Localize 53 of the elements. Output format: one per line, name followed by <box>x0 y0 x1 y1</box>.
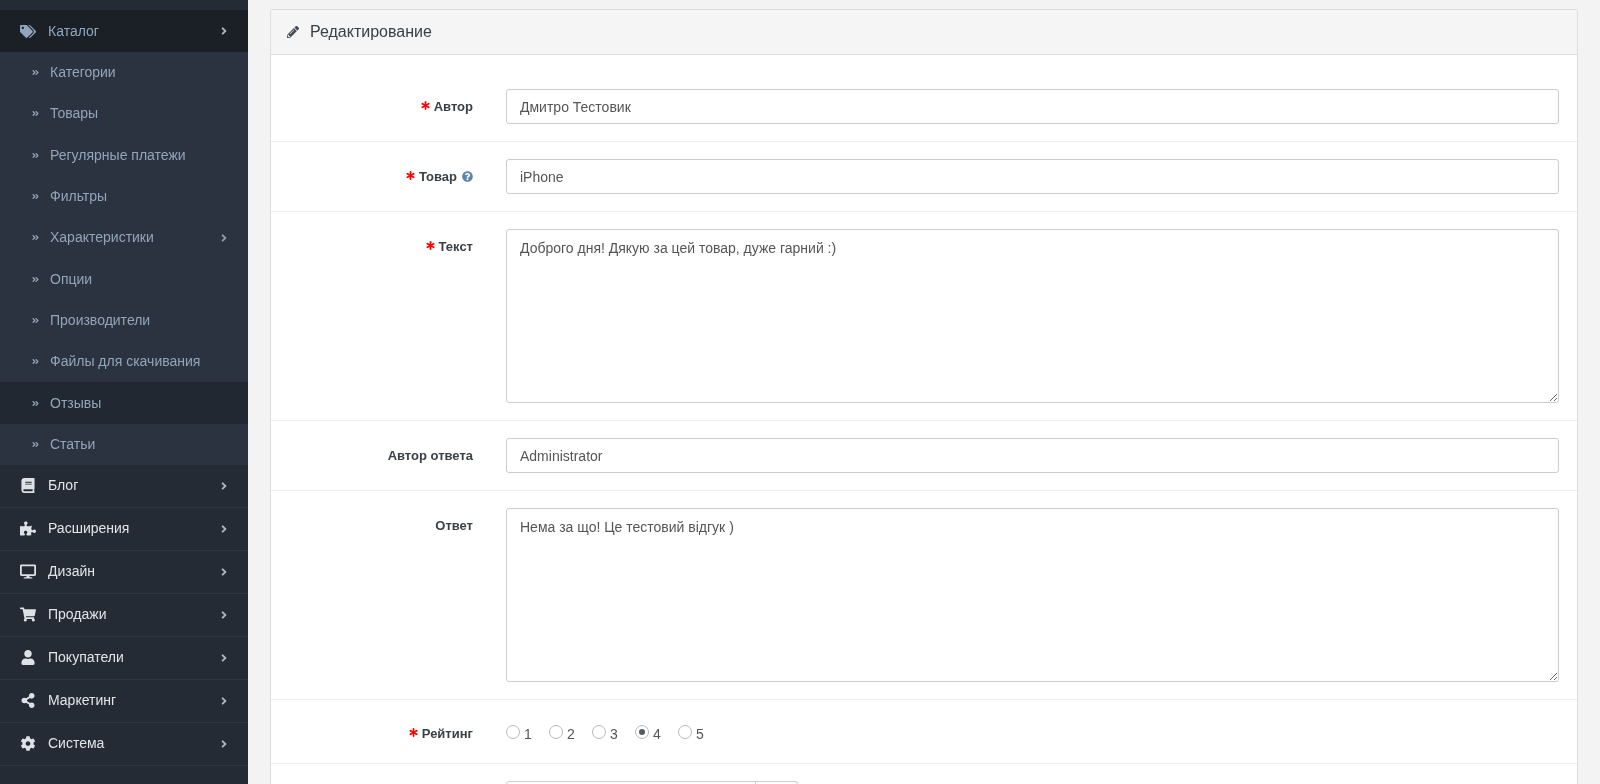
shopping-cart-icon <box>20 607 36 623</box>
field-label: Автор <box>433 97 473 116</box>
double-chevron-icon <box>32 192 39 202</box>
puzzle-piece-icon <box>20 521 36 537</box>
submenu-item[interactable]: Файлы для скачивания <box>0 341 248 383</box>
double-chevron-icon <box>32 274 39 284</box>
field-label: Ответ <box>435 517 473 535</box>
submenu-item[interactable]: Опции <box>0 258 248 300</box>
panel-title: Редактирование <box>310 22 432 42</box>
radio-button[interactable] <box>678 725 692 739</box>
book-icon <box>20 478 36 494</box>
submenu-item[interactable]: Товары <box>0 93 248 135</box>
submenu-item[interactable]: Фильтры <box>0 175 248 218</box>
submenu-item[interactable]: Отзывы <box>0 382 248 424</box>
text-input[interactable]: Administrator <box>506 438 1559 473</box>
field-label: Автор ответа <box>387 446 473 465</box>
field-label: Текст <box>438 238 473 256</box>
radio-button[interactable] <box>549 725 563 739</box>
rating-value: 3 <box>610 726 618 742</box>
double-chevron-icon <box>32 68 39 78</box>
help-icon[interactable] <box>462 171 473 182</box>
text-input[interactable]: Дмитро Тестовик <box>506 89 1559 124</box>
submenu-item[interactable]: Производители <box>0 299 248 342</box>
submenu-item[interactable]: Регулярные платежи <box>0 134 248 176</box>
radio-button[interactable] <box>635 725 649 739</box>
pencil-icon <box>287 26 299 38</box>
radio-button[interactable] <box>506 725 520 739</box>
double-chevron-icon <box>32 315 39 325</box>
rating-value: 5 <box>696 726 704 742</box>
user-icon <box>20 650 36 666</box>
text-area[interactable]: Доброго дня! Дякую за цей товар, дуже гарний :) <box>506 229 1559 403</box>
field-label: Товар <box>418 167 457 186</box>
rating-value: 4 <box>653 726 661 742</box>
submenu-item[interactable]: Статьи <box>0 423 248 465</box>
text-area[interactable]: Нема за що! Це тестовий відгук ) <box>506 508 1559 682</box>
double-chevron-icon <box>32 109 39 119</box>
double-chevron-icon <box>32 233 39 243</box>
double-chevron-icon <box>32 439 39 449</box>
double-chevron-icon <box>32 398 39 408</box>
tags-icon <box>20 23 36 39</box>
text-input[interactable]: iPhone <box>506 159 1559 194</box>
gear-icon <box>20 736 36 752</box>
submenu-item[interactable]: Категории <box>0 52 248 94</box>
submenu-item[interactable]: Характеристики <box>0 217 248 259</box>
field-label: Рейтинг <box>421 724 473 743</box>
rating-value: 2 <box>567 726 575 742</box>
share-icon <box>20 693 36 709</box>
monitor-icon <box>20 564 36 580</box>
radio-button[interactable] <box>592 725 606 739</box>
rating-value: 1 <box>524 726 532 742</box>
double-chevron-icon <box>32 357 39 367</box>
double-chevron-icon <box>32 150 39 160</box>
sidebar-item[interactable]: Каталог <box>0 10 248 52</box>
